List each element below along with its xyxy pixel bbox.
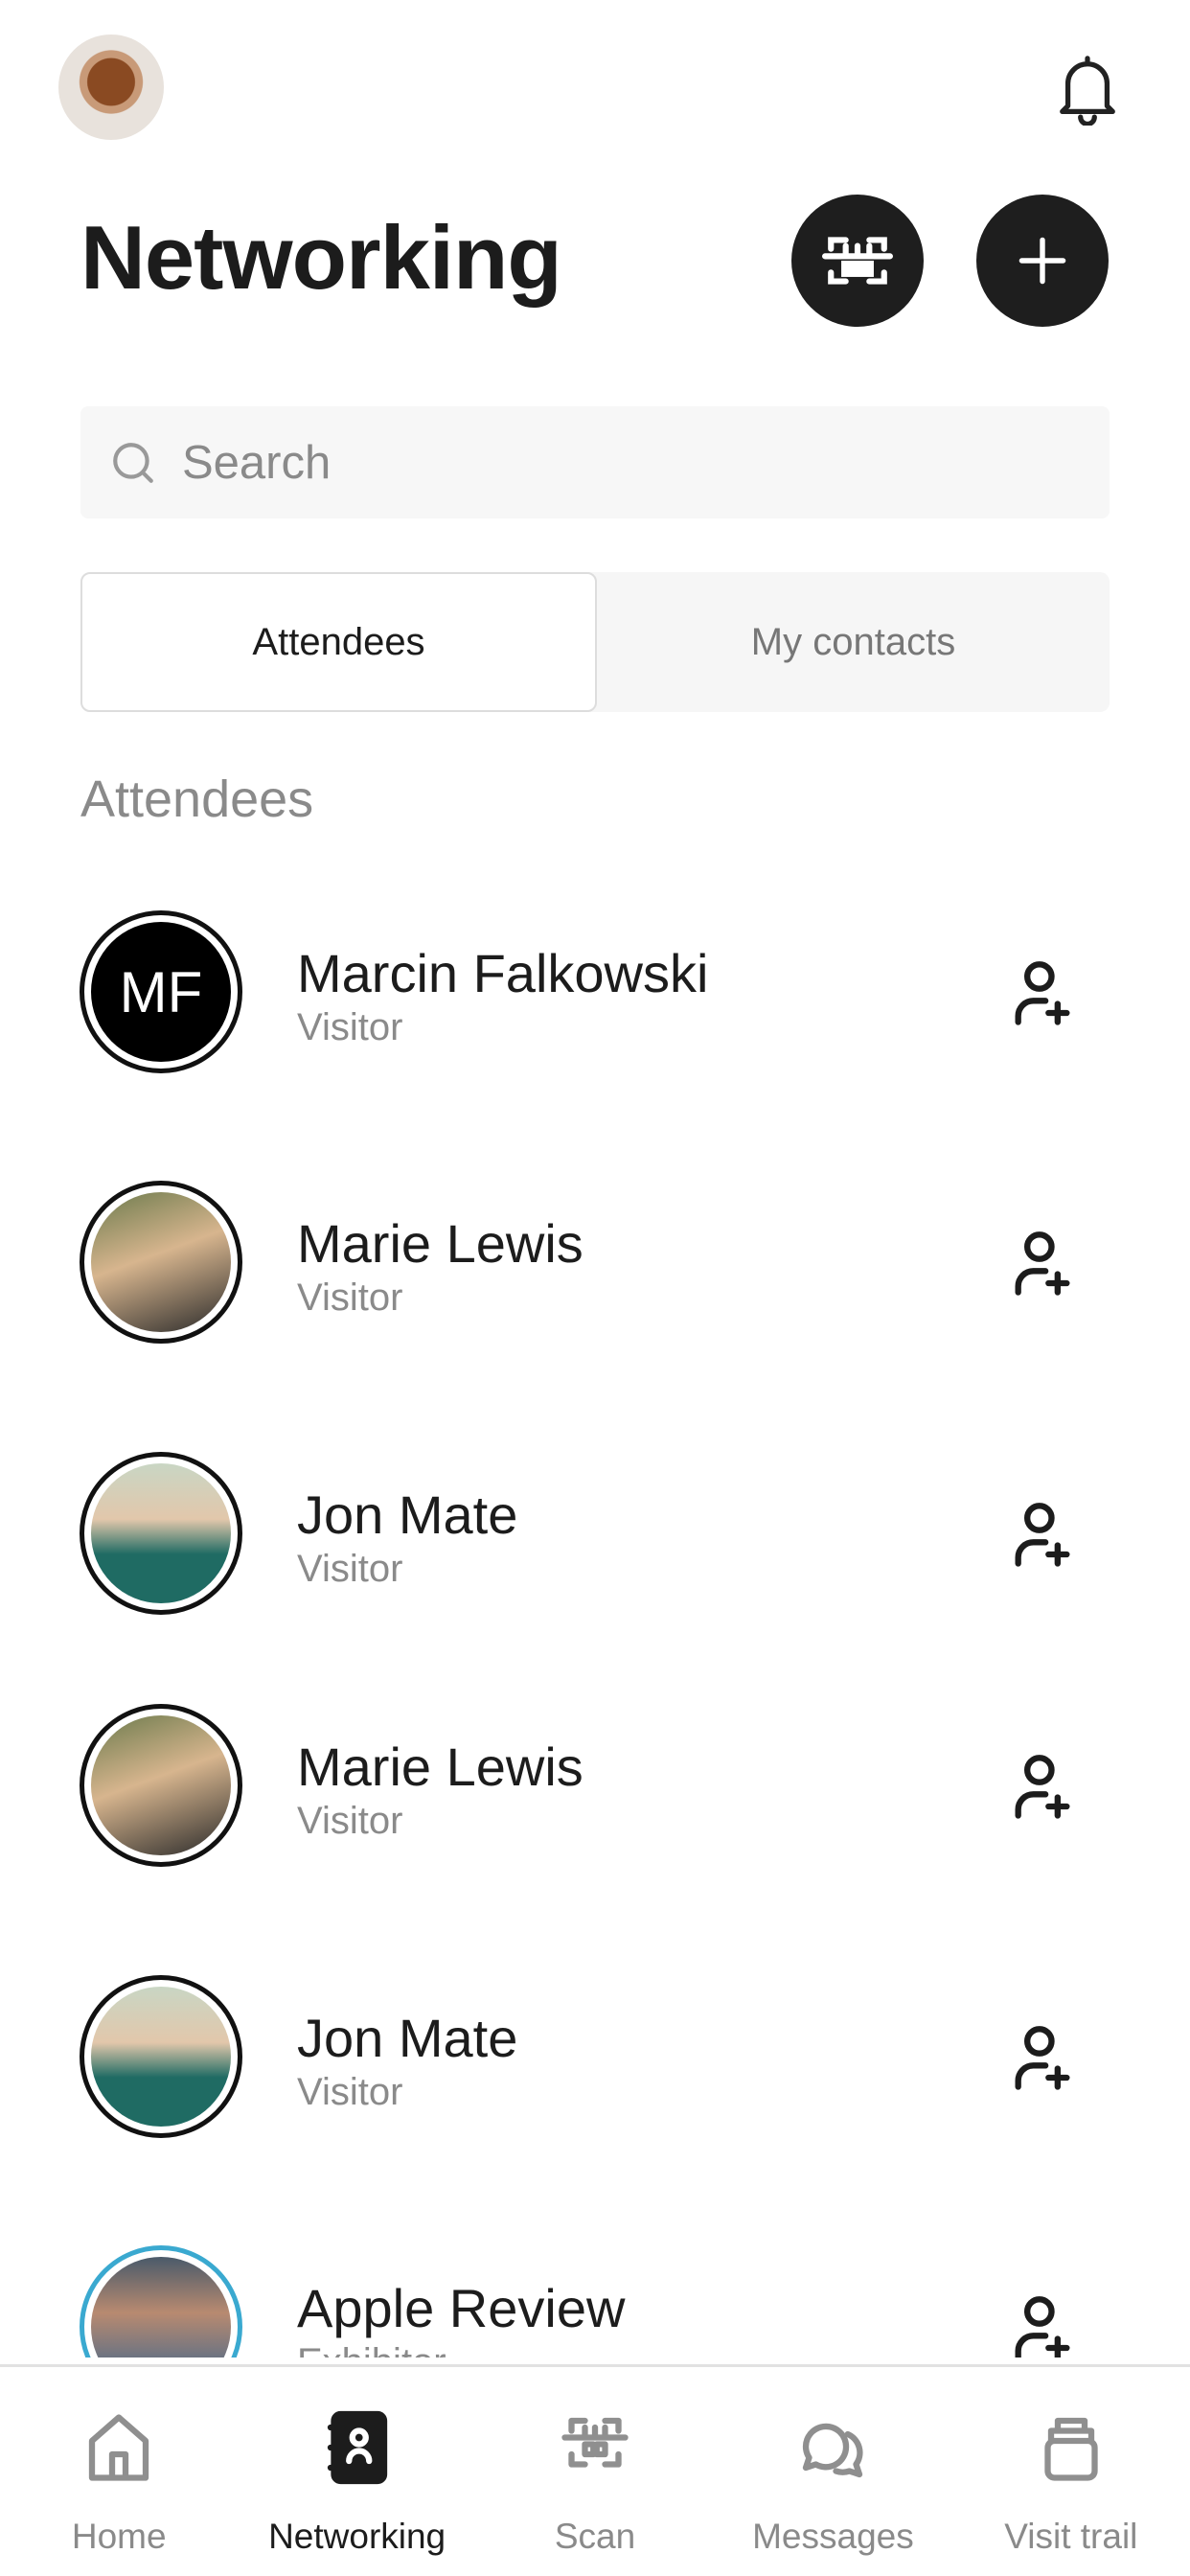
attendee-role: Visitor [297,2071,403,2113]
attendee-role: Visitor [297,1548,403,1590]
home-icon [89,2414,149,2481]
section-title: Attendees [80,770,314,828]
attendee-row[interactable]: Marie Lewis Visitor [0,1166,1190,1358]
nav-home[interactable]: Home [0,2367,238,2576]
avatar-initials [91,2257,231,2358]
tab-attendees[interactable]: Attendees [80,572,597,712]
scan-button[interactable] [791,195,924,327]
attendee-avatar [80,2245,242,2358]
attendee-avatar: MF [80,910,242,1073]
add-contact-icon[interactable] [1006,1500,1079,1573]
nav-label: Messages [752,2517,914,2556]
tab-my-contacts[interactable]: My contacts [597,572,1110,712]
attendee-name: Marcin Falkowski [297,943,709,1003]
attendee-name: Jon Mate [297,1484,518,1545]
segmented-tabs: Attendees My contacts [80,572,1110,712]
avatar-initials: MF [91,922,231,1062]
avatar-initials [91,1463,231,1603]
add-button[interactable] [976,195,1109,327]
attendee-role: Visitor [297,1276,403,1319]
attendee-row[interactable]: Apple Review Exhibitor [0,2231,1190,2358]
add-contact-icon[interactable] [1006,2293,1079,2358]
attendee-avatar [80,1452,242,1615]
nav-scan[interactable]: Scan [476,2367,714,2576]
nav-label: Visit trail [1004,2517,1138,2556]
chat-icon [803,2423,863,2478]
attendee-row[interactable]: Jon Mate Visitor [0,1961,1190,2152]
avatar-initials [91,1987,231,2127]
attendee-name: Jon Mate [297,2008,518,2068]
add-contact-icon[interactable] [1006,958,1079,1031]
attendee-name: Apple Review [297,2278,626,2338]
stack-icon [1044,2417,1098,2481]
scan-icon [822,237,893,285]
page-title: Networking [80,207,562,308]
attendee-row[interactable]: MF Marcin Falkowski Visitor [0,896,1190,1088]
attendee-name: Marie Lewis [297,1213,584,1274]
add-contact-icon[interactable] [1006,2023,1079,2096]
attendee-role: Exhibitor [297,2341,446,2358]
add-contact-icon[interactable] [1006,1229,1079,1301]
contacts-book-icon [327,2410,387,2485]
avatar-initials [91,1715,231,1855]
nav-label: Networking [268,2517,446,2556]
bell-icon[interactable] [1054,53,1121,126]
add-contact-icon[interactable] [1006,1752,1079,1825]
attendee-role: Visitor [297,1800,403,1842]
scan-icon [561,2417,629,2468]
search-input[interactable] [182,435,1044,490]
attendee-row[interactable]: Jon Mate Visitor [0,1438,1190,1629]
avatar-initials [91,1192,231,1332]
user-avatar[interactable] [58,34,164,140]
attendee-avatar [80,1181,242,1344]
nav-label: Scan [554,2517,636,2556]
nav-messages[interactable]: Messages [714,2367,951,2576]
attendee-row[interactable]: Marie Lewis Visitor [0,1690,1190,1881]
nav-visit-trail[interactable]: Visit trail [952,2367,1190,2576]
plus-icon [1018,237,1066,285]
attendee-name: Marie Lewis [297,1736,584,1797]
attendee-avatar [80,1704,242,1867]
search-bar[interactable] [80,406,1110,518]
attendee-role: Visitor [297,1006,403,1048]
search-icon [113,442,153,483]
nav-label: Home [71,2517,167,2556]
nav-networking[interactable]: Networking [238,2367,475,2576]
bottom-nav: Home Networking Scan Messages Visit trail [0,2364,1190,2576]
attendee-avatar [80,1975,242,2138]
